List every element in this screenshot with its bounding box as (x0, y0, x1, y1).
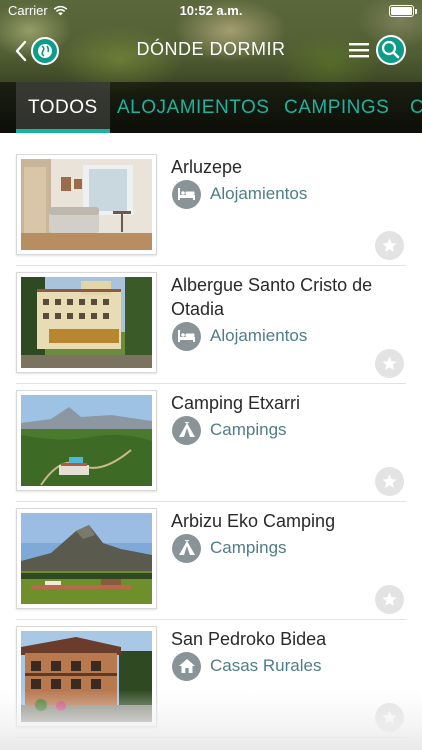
camping-aerial-photo (21, 395, 152, 486)
item-category: Alojamientos (172, 179, 307, 209)
building-photo (21, 277, 152, 368)
item-category-label: Casas Rurales (210, 656, 322, 675)
item-thumbnail (16, 390, 157, 491)
item-title: Camping Etxarri (171, 393, 301, 413)
tab-todos[interactable]: TODOS (16, 82, 110, 133)
item-title: Arbizu Eko Camping (171, 511, 336, 531)
item-title: San Pedroko Bidea (171, 629, 327, 649)
item-category-label: Alojamientos (210, 184, 308, 203)
item-thumbnail (16, 508, 157, 609)
list-item[interactable]: Albergue Santo Cristo de Otadia Alojamie… (0, 251, 422, 378)
bed-icon (172, 321, 201, 351)
item-category: Casas Rurales (172, 651, 322, 681)
tab-campings[interactable]: CAMPINGS (284, 82, 389, 133)
status-time: 10:52 a.m. (179, 3, 243, 18)
search-button[interactable] (376, 35, 406, 65)
item-thumbnail (16, 272, 157, 373)
item-thumbnail (16, 154, 157, 255)
item-category: Campings (172, 415, 287, 445)
status-bar: Carrier 10:52 a.m. (0, 0, 422, 22)
item-category-label: Campings (210, 538, 287, 557)
item-category-label: Campings (210, 420, 287, 439)
navigation-bar: DÓNDE DORMIR (0, 30, 422, 70)
star-icon (382, 710, 397, 724)
item-title: Albergue Santo Cristo de Otadia (171, 275, 373, 319)
item-thumbnail (16, 626, 157, 727)
search-icon (381, 40, 400, 59)
category-tabs: TODOS ALOJAMIENTOS CAMPINGS C (0, 82, 422, 133)
menu-button[interactable] (348, 40, 370, 60)
house-icon (172, 651, 201, 681)
list-item[interactable]: Camping Etxarri Campings (0, 369, 422, 496)
battery-icon (389, 5, 417, 17)
list-item[interactable]: Arluzepe Alojamientos (0, 133, 422, 260)
bed-icon (172, 179, 201, 209)
hamburger-icon (349, 43, 369, 58)
item-category: Campings (172, 533, 287, 563)
room-photo (21, 159, 152, 250)
rural-house-photo (21, 631, 152, 722)
list-item[interactable]: Arbizu Eko Camping Campings (0, 487, 422, 614)
list-divider (16, 737, 406, 738)
item-category: Alojamientos (172, 321, 307, 351)
mountain-camping-photo (21, 513, 152, 604)
tab-alojamientos[interactable]: ALOJAMIENTOS (117, 82, 269, 133)
item-title: Arluzepe (171, 157, 243, 177)
tent-icon (172, 533, 201, 563)
favorite-button[interactable] (375, 703, 404, 732)
item-category-label: Alojamientos (210, 326, 308, 345)
list-item[interactable]: San Pedroko Bidea Casas Rurales (0, 605, 422, 732)
tab-casas-rurales[interactable]: C (410, 82, 422, 133)
tent-icon (172, 415, 201, 445)
